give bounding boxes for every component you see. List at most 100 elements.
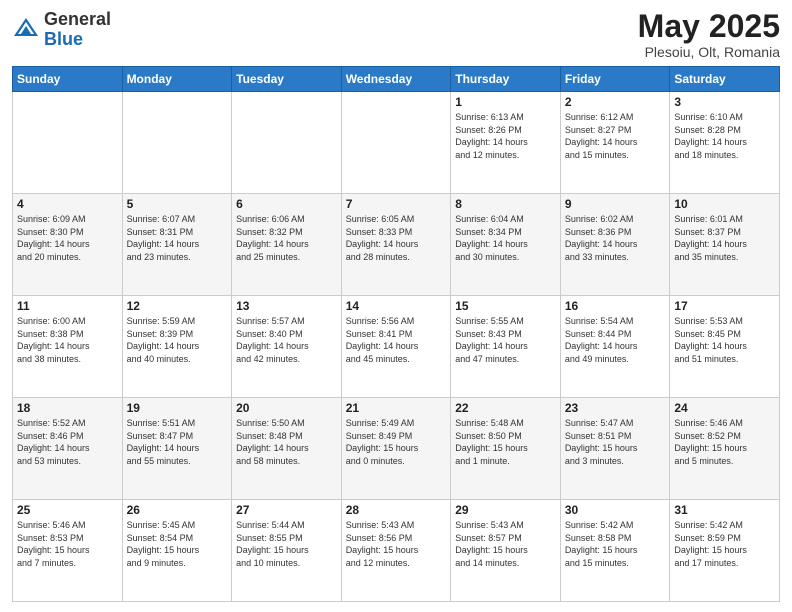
title-block: May 2025 Plesoiu, Olt, Romania bbox=[638, 10, 780, 60]
cell-date: 14 bbox=[346, 299, 447, 313]
cell-info: Sunrise: 5:45 AM Sunset: 8:54 PM Dayligh… bbox=[127, 519, 228, 569]
calendar-cell: 11Sunrise: 6:00 AM Sunset: 8:38 PM Dayli… bbox=[13, 296, 123, 398]
cell-info: Sunrise: 6:05 AM Sunset: 8:33 PM Dayligh… bbox=[346, 213, 447, 263]
calendar-cell: 21 Sunrise: 5:49 AM Sunset: 8:49 PM Dayli… bbox=[341, 398, 451, 500]
page: General Blue May 2025 Plesoiu, Olt, Roma… bbox=[0, 0, 792, 612]
calendar-cell: 22 Sunrise: 5:48 AM Sunset: 8:50 PM Dayli… bbox=[451, 398, 561, 500]
cell-info: Sunrise: 5:50 AM Sunset: 8:48 PM Dayligh… bbox=[236, 417, 337, 467]
month-title: May 2025 bbox=[638, 10, 780, 42]
cell-info: Sunrise: 5:43 AM Sunset: 8:57 PM Dayligh… bbox=[455, 519, 556, 569]
location: Plesoiu, Olt, Romania bbox=[638, 44, 780, 60]
cell-info: Sunrise: 6:12 AM Sunset: 8:27 PM Dayligh… bbox=[565, 111, 666, 161]
cell-info: Sunrise: 5:51 AM Sunset: 8:47 PM Dayligh… bbox=[127, 417, 228, 467]
cell-date: 22 bbox=[455, 401, 556, 415]
calendar-cell: 31 Sunrise: 5:42 AM Sunset: 8:59 PM Dayli… bbox=[670, 500, 780, 602]
cell-date: 25 bbox=[17, 503, 118, 517]
cell-date: 21 bbox=[346, 401, 447, 415]
calendar-cell: 29Sunrise: 5:43 AM Sunset: 8:57 PM Dayli… bbox=[451, 500, 561, 602]
calendar-cell: 26 Sunrise: 5:45 AM Sunset: 8:54 PM Dayli… bbox=[122, 500, 232, 602]
calendar-cell: 3Sunrise: 6:10 AM Sunset: 8:28 PM Daylig… bbox=[670, 92, 780, 194]
cell-date: 23 bbox=[565, 401, 666, 415]
col-thursday: Thursday bbox=[451, 67, 561, 92]
logo: General Blue bbox=[12, 10, 111, 50]
logo-text: General Blue bbox=[44, 10, 111, 50]
calendar-week-4: 18 Sunrise: 5:52 AM Sunset: 8:46 PM Dayli… bbox=[13, 398, 780, 500]
cell-info: Sunrise: 5:46 AM Sunset: 8:53 PM Dayligh… bbox=[17, 519, 118, 569]
cell-info: Sunrise: 6:00 AM Sunset: 8:38 PM Dayligh… bbox=[17, 315, 118, 365]
header-row: Sunday Monday Tuesday Wednesday Thursday… bbox=[13, 67, 780, 92]
cell-date: 24 bbox=[674, 401, 775, 415]
calendar-cell: 19Sunrise: 5:51 AM Sunset: 8:47 PM Dayli… bbox=[122, 398, 232, 500]
cell-date: 13 bbox=[236, 299, 337, 313]
cell-info: Sunrise: 5:47 AM Sunset: 8:51 PM Dayligh… bbox=[565, 417, 666, 467]
cell-info: Sunrise: 6:09 AM Sunset: 8:30 PM Dayligh… bbox=[17, 213, 118, 263]
cell-date: 27 bbox=[236, 503, 337, 517]
calendar-cell: 8Sunrise: 6:04 AM Sunset: 8:34 PM Daylig… bbox=[451, 194, 561, 296]
calendar-cell bbox=[232, 92, 342, 194]
logo-general: General bbox=[44, 9, 111, 29]
col-tuesday: Tuesday bbox=[232, 67, 342, 92]
calendar-cell: 12 Sunrise: 5:59 AM Sunset: 8:39 PM Dayli… bbox=[122, 296, 232, 398]
cell-info: Sunrise: 5:48 AM Sunset: 8:50 PM Dayligh… bbox=[455, 417, 556, 467]
cell-info: Sunrise: 5:55 AM Sunset: 8:43 PM Dayligh… bbox=[455, 315, 556, 365]
cell-info: Sunrise: 5:43 AM Sunset: 8:56 PM Dayligh… bbox=[346, 519, 447, 569]
cell-info: Sunrise: 6:06 AM Sunset: 8:32 PM Dayligh… bbox=[236, 213, 337, 263]
cell-date: 20 bbox=[236, 401, 337, 415]
cell-info: Sunrise: 5:54 AM Sunset: 8:44 PM Dayligh… bbox=[565, 315, 666, 365]
calendar-week-3: 11Sunrise: 6:00 AM Sunset: 8:38 PM Dayli… bbox=[13, 296, 780, 398]
calendar-cell: 24 Sunrise: 5:46 AM Sunset: 8:52 PM Dayli… bbox=[670, 398, 780, 500]
cell-date: 17 bbox=[674, 299, 775, 313]
cell-date: 3 bbox=[674, 95, 775, 109]
calendar-cell: 10Sunrise: 6:01 AM Sunset: 8:37 PM Dayli… bbox=[670, 194, 780, 296]
cell-info: Sunrise: 5:49 AM Sunset: 8:49 PM Dayligh… bbox=[346, 417, 447, 467]
calendar-cell: 7Sunrise: 6:05 AM Sunset: 8:33 PM Daylig… bbox=[341, 194, 451, 296]
calendar-table: Sunday Monday Tuesday Wednesday Thursday… bbox=[12, 66, 780, 602]
cell-date: 30 bbox=[565, 503, 666, 517]
cell-info: Sunrise: 5:53 AM Sunset: 8:45 PM Dayligh… bbox=[674, 315, 775, 365]
col-friday: Friday bbox=[560, 67, 670, 92]
calendar-cell: 17 Sunrise: 5:53 AM Sunset: 8:45 PM Dayli… bbox=[670, 296, 780, 398]
cell-date: 5 bbox=[127, 197, 228, 211]
cell-info: Sunrise: 6:13 AM Sunset: 8:26 PM Dayligh… bbox=[455, 111, 556, 161]
col-monday: Monday bbox=[122, 67, 232, 92]
cell-date: 1 bbox=[455, 95, 556, 109]
calendar-cell: 14 Sunrise: 5:56 AM Sunset: 8:41 PM Dayli… bbox=[341, 296, 451, 398]
cell-info: Sunrise: 5:52 AM Sunset: 8:46 PM Dayligh… bbox=[17, 417, 118, 467]
calendar-cell: 15 Sunrise: 5:55 AM Sunset: 8:43 PM Dayli… bbox=[451, 296, 561, 398]
cell-date: 18 bbox=[17, 401, 118, 415]
calendar-cell: 16 Sunrise: 5:54 AM Sunset: 8:44 PM Dayli… bbox=[560, 296, 670, 398]
cell-date: 12 bbox=[127, 299, 228, 313]
logo-icon bbox=[12, 16, 40, 44]
calendar-cell: 25 Sunrise: 5:46 AM Sunset: 8:53 PM Dayli… bbox=[13, 500, 123, 602]
calendar-cell: 28Sunrise: 5:43 AM Sunset: 8:56 PM Dayli… bbox=[341, 500, 451, 602]
cell-info: Sunrise: 5:56 AM Sunset: 8:41 PM Dayligh… bbox=[346, 315, 447, 365]
cell-date: 31 bbox=[674, 503, 775, 517]
cell-date: 26 bbox=[127, 503, 228, 517]
col-saturday: Saturday bbox=[670, 67, 780, 92]
cell-date: 10 bbox=[674, 197, 775, 211]
cell-info: Sunrise: 5:59 AM Sunset: 8:39 PM Dayligh… bbox=[127, 315, 228, 365]
cell-date: 9 bbox=[565, 197, 666, 211]
calendar-cell: 1 Sunrise: 6:13 AM Sunset: 8:26 PM Daylig… bbox=[451, 92, 561, 194]
col-sunday: Sunday bbox=[13, 67, 123, 92]
calendar-cell: 23 Sunrise: 5:47 AM Sunset: 8:51 PM Dayli… bbox=[560, 398, 670, 500]
cell-info: Sunrise: 5:44 AM Sunset: 8:55 PM Dayligh… bbox=[236, 519, 337, 569]
cell-date: 8 bbox=[455, 197, 556, 211]
cell-info: Sunrise: 5:57 AM Sunset: 8:40 PM Dayligh… bbox=[236, 315, 337, 365]
cell-date: 16 bbox=[565, 299, 666, 313]
cell-info: Sunrise: 6:07 AM Sunset: 8:31 PM Dayligh… bbox=[127, 213, 228, 263]
calendar-cell: 30 Sunrise: 5:42 AM Sunset: 8:58 PM Dayli… bbox=[560, 500, 670, 602]
calendar-cell: 6Sunrise: 6:06 AM Sunset: 8:32 PM Daylig… bbox=[232, 194, 342, 296]
calendar-week-1: 1 Sunrise: 6:13 AM Sunset: 8:26 PM Daylig… bbox=[13, 92, 780, 194]
calendar-cell: 18 Sunrise: 5:52 AM Sunset: 8:46 PM Dayli… bbox=[13, 398, 123, 500]
cell-info: Sunrise: 5:46 AM Sunset: 8:52 PM Dayligh… bbox=[674, 417, 775, 467]
col-wednesday: Wednesday bbox=[341, 67, 451, 92]
calendar-week-5: 25 Sunrise: 5:46 AM Sunset: 8:53 PM Dayli… bbox=[13, 500, 780, 602]
cell-date: 15 bbox=[455, 299, 556, 313]
calendar-cell: 5 Sunrise: 6:07 AM Sunset: 8:31 PM Daylig… bbox=[122, 194, 232, 296]
logo-blue: Blue bbox=[44, 29, 83, 49]
cell-info: Sunrise: 5:42 AM Sunset: 8:58 PM Dayligh… bbox=[565, 519, 666, 569]
calendar-cell: 13 Sunrise: 5:57 AM Sunset: 8:40 PM Dayli… bbox=[232, 296, 342, 398]
cell-info: Sunrise: 5:42 AM Sunset: 8:59 PM Dayligh… bbox=[674, 519, 775, 569]
cell-date: 4 bbox=[17, 197, 118, 211]
